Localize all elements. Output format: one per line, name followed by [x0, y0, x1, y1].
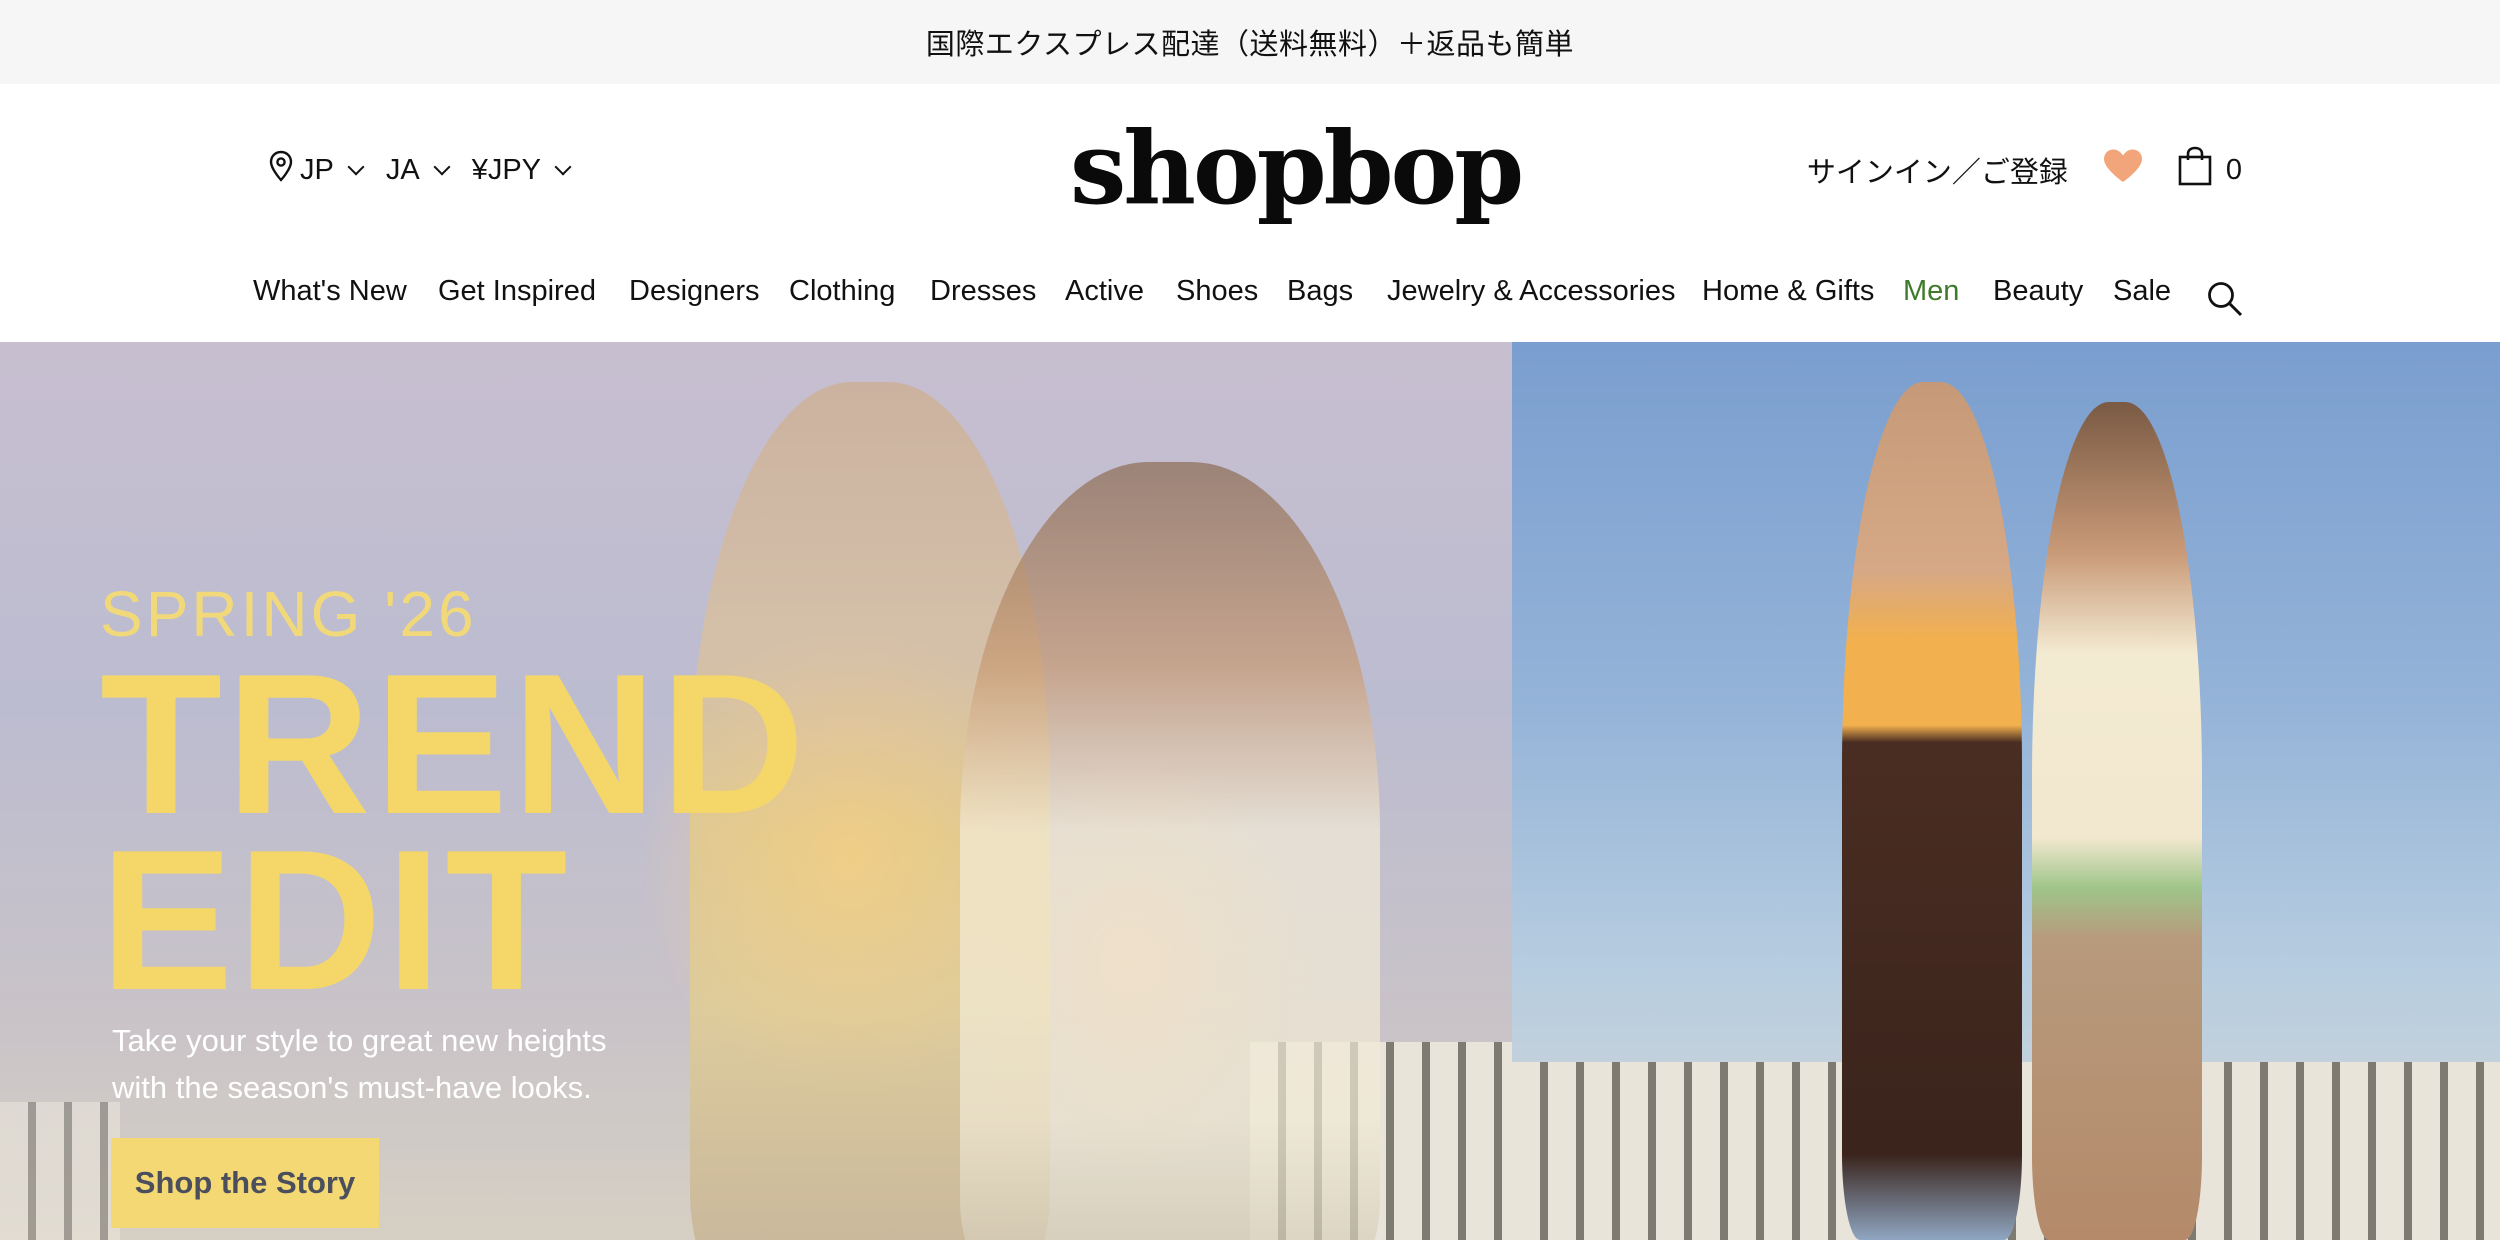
nav-sale[interactable]: Sale	[2113, 275, 2171, 308]
signin-register-link[interactable]: サインイン／ご登録	[1807, 149, 2068, 191]
shop-the-story-button[interactable]: Shop the Story	[111, 1138, 379, 1228]
nav-men[interactable]: Men	[1903, 275, 1959, 308]
chevron-down-icon	[433, 158, 451, 176]
location-pin-icon	[268, 150, 294, 190]
language-label: JA	[385, 153, 420, 186]
country-label: JP	[300, 153, 334, 186]
building-decoration	[0, 1102, 120, 1240]
chevron-down-icon	[554, 158, 572, 176]
cart-button[interactable]: 0	[2178, 146, 2242, 194]
shopbop-logo[interactable]: shopbop	[1070, 118, 1524, 218]
country-selector[interactable]: JP	[268, 150, 368, 190]
hero-title-line: TREND	[100, 633, 809, 856]
hero-headline-block: SPRING '26 TREND EDIT	[100, 577, 809, 1032]
model-figure	[1842, 382, 2022, 1240]
hero-banner[interactable]: SPRING '26 TREND EDIT Take your style to…	[0, 342, 2500, 1240]
language-selector[interactable]: JA	[386, 154, 454, 187]
hero-subtitle-line: with the season's must-have looks.	[112, 1069, 592, 1105]
promo-banner: 国際エクスプレス配達（送料無料）＋返品も簡単	[0, 0, 2500, 84]
locale-selectors: JP JA ¥JPY	[268, 150, 575, 190]
chevron-down-icon	[347, 158, 365, 176]
nav-bags[interactable]: Bags	[1287, 275, 1353, 308]
nav-whats-new[interactable]: What's New	[253, 275, 407, 308]
logo-text: shopbop	[1070, 109, 1524, 227]
search-icon[interactable]	[2206, 280, 2244, 323]
nav-clothing[interactable]: Clothing	[789, 275, 895, 308]
cart-count: 0	[2225, 153, 2242, 186]
nav-shoes[interactable]: Shoes	[1176, 275, 1258, 308]
hero-subtitle-line: Take your style to great new heights	[112, 1023, 607, 1058]
nav-home-gifts[interactable]: Home & Gifts	[1702, 275, 1874, 308]
nav-get-inspired[interactable]: Get Inspired	[438, 275, 596, 308]
shopping-bag-icon	[2178, 146, 2212, 194]
nav-jewelry-accessories[interactable]: Jewelry & Accessories	[1387, 275, 1676, 308]
model-figure	[960, 462, 1380, 1240]
hero-subtitle: Take your style to great new heights wit…	[112, 1018, 672, 1111]
hero-title-line: EDIT	[100, 809, 572, 1032]
currency-selector[interactable]: ¥JPY	[472, 154, 575, 187]
hero-title: TREND EDIT	[100, 633, 809, 1032]
nav-active[interactable]: Active	[1065, 275, 1144, 308]
account-area: サインイン／ご登録 0	[1807, 146, 2242, 194]
heart-icon[interactable]	[2102, 148, 2144, 192]
main-nav: What's New Get Inspired Designers Clothi…	[0, 275, 2500, 335]
model-figure	[2032, 402, 2202, 1240]
nav-dresses[interactable]: Dresses	[930, 275, 1036, 308]
currency-label: ¥JPY	[471, 153, 542, 186]
promo-text: 国際エクスプレス配達（送料無料）＋返品も簡単	[925, 29, 1575, 61]
hero-image-right	[1512, 342, 2500, 1240]
nav-beauty[interactable]: Beauty	[1993, 275, 2083, 308]
nav-designers[interactable]: Designers	[629, 275, 760, 308]
